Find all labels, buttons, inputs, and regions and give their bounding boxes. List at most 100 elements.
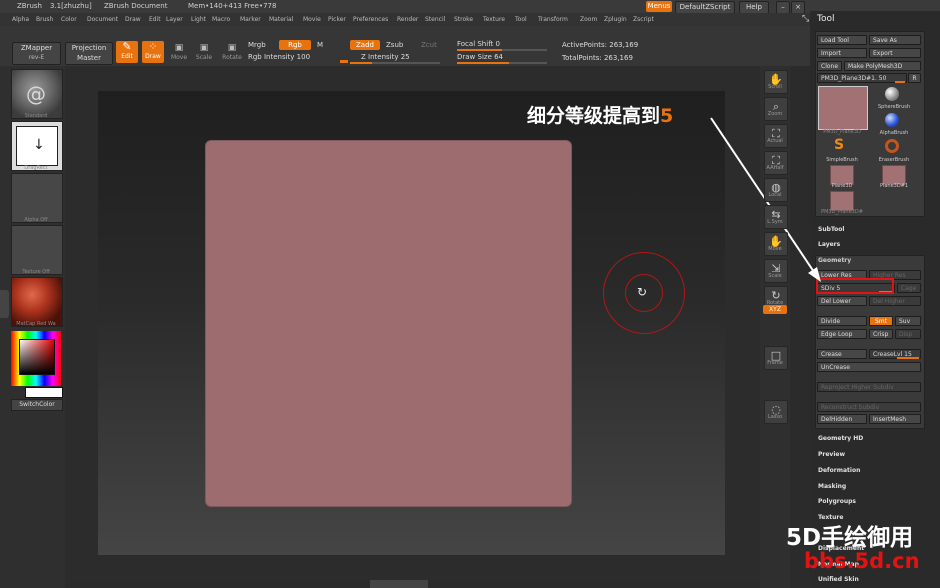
rgb-button[interactable]: Rgb — [279, 40, 311, 50]
section-preview[interactable]: Preview — [818, 451, 845, 458]
insert-mesh-button[interactable]: InsertMesh — [869, 414, 921, 424]
eraser-brush-icon[interactable] — [885, 139, 899, 153]
tool-panel-title[interactable]: Tool — [817, 14, 834, 24]
edit-button[interactable]: ✎ Edit — [116, 41, 138, 63]
xyz-toggle[interactable]: XYZ — [763, 305, 787, 314]
current-tool-slider[interactable]: PM3D_Plane3D#1. 50 — [817, 73, 907, 83]
lasso-button[interactable]: ◌ — [764, 400, 788, 424]
brush-selector[interactable]: @ — [11, 69, 63, 119]
stroke-selector[interactable]: ↓ — [11, 121, 63, 171]
menu-texture[interactable]: Texture — [483, 16, 505, 23]
rgb-intensity-slider[interactable]: Rgb Intensity 100 — [248, 53, 310, 61]
scroll-button[interactable]: ✋ — [764, 70, 788, 94]
menu-light[interactable]: Light — [191, 16, 206, 23]
menu-zoom[interactable]: Zoom — [580, 16, 597, 23]
move-button[interactable]: ▣ Move — [169, 42, 189, 64]
section-polygroups[interactable]: Polygroups — [818, 498, 856, 505]
menu-movie[interactable]: Movie — [303, 16, 321, 23]
color-gradient-square[interactable] — [19, 339, 55, 375]
menu-zplugin[interactable]: Zplugin — [604, 16, 627, 23]
pm3d-plane3d-thumb[interactable] — [830, 191, 854, 211]
left-tray-handle[interactable] — [0, 290, 9, 318]
reconstruct-subdiv-button[interactable]: Reconstruct Subdiv — [817, 402, 921, 412]
section-geometry-hd[interactable]: Geometry HD — [818, 435, 863, 442]
menu-preferences[interactable]: Preferences — [353, 16, 388, 23]
section-unified-skin[interactable]: Unified Skin — [818, 576, 859, 583]
l-sym-button[interactable]: ⇆ — [764, 205, 788, 229]
menu-material[interactable]: Material — [269, 16, 293, 23]
menu-color[interactable]: Color — [61, 16, 77, 23]
crease-button[interactable]: Crease — [817, 349, 867, 359]
texture-selector[interactable] — [11, 225, 63, 275]
section-masking[interactable]: Masking — [818, 483, 846, 490]
zmapper-button[interactable]: ZMapper rev-E — [12, 42, 61, 65]
focal-shift-slider[interactable]: Focal Shift 0 — [457, 40, 500, 48]
menu-stencil[interactable]: Stencil — [425, 16, 445, 23]
zcut-button[interactable]: Zcut — [421, 41, 437, 49]
scale-button[interactable]: ⇲ — [764, 259, 788, 283]
cage-button[interactable]: Cage — [897, 283, 921, 293]
menu-edit[interactable]: Edit — [149, 16, 161, 23]
menu-transform[interactable]: Transform — [538, 16, 568, 23]
plane3d-thumb[interactable] — [830, 165, 854, 185]
actual-button[interactable]: ⛶ — [764, 124, 788, 148]
alpha-brush-icon[interactable] — [885, 113, 899, 127]
make-polymesh-button[interactable]: Make PolyMesh3D — [844, 61, 921, 71]
bottom-tray-handle[interactable] — [370, 580, 428, 588]
menu-document[interactable]: Document — [87, 16, 118, 23]
plane-mesh[interactable] — [205, 140, 572, 507]
move-button[interactable]: ✋ — [764, 232, 788, 256]
disp-toggle[interactable]: Disp — [895, 329, 921, 339]
save-as-button[interactable]: Save As — [869, 35, 921, 45]
menu-picker[interactable]: Picker — [328, 16, 346, 23]
reproject-higher-subdiv-button[interactable]: Reproject Higher Subdiv — [817, 382, 921, 392]
rotate-button[interactable]: ▣ Rotate — [220, 42, 244, 64]
export-button[interactable]: Export — [869, 48, 921, 58]
z-intensity-slider[interactable]: Z Intensity 25 — [361, 53, 410, 61]
color-picker[interactable] — [11, 331, 61, 386]
material-selector[interactable] — [11, 277, 63, 327]
clone-button[interactable]: Clone — [817, 61, 842, 71]
switch-color-button[interactable]: SwitchColor — [11, 399, 63, 411]
draw-button[interactable]: ⁘ Draw — [142, 41, 164, 63]
menu-layer[interactable]: Layer — [166, 16, 183, 23]
del-hidden-button[interactable]: DelHidden — [817, 414, 867, 424]
edge-loop-button[interactable]: Edge Loop — [817, 329, 867, 339]
section-deformation[interactable]: Deformation — [818, 467, 860, 474]
draw-size-slider[interactable]: Draw Size 64 — [457, 53, 503, 61]
menu-alpha[interactable]: Alpha — [12, 16, 29, 23]
zadd-button[interactable]: Zadd — [350, 40, 380, 50]
r-button[interactable]: R — [908, 73, 921, 83]
uncrease-button[interactable]: UnCrease — [817, 362, 921, 372]
smt-toggle[interactable]: Smt — [869, 316, 893, 326]
menu-marker[interactable]: Marker — [240, 16, 261, 23]
menu-tool[interactable]: Tool — [515, 16, 527, 23]
menu-draw[interactable]: Draw — [125, 16, 141, 23]
menus-button[interactable]: Menus — [646, 1, 672, 12]
mrgb-button[interactable]: Mrgb — [248, 41, 266, 49]
secondary-color-swatch[interactable] — [25, 387, 63, 398]
crisp-toggle[interactable]: Crisp — [869, 329, 893, 339]
import-button[interactable]: Import — [817, 48, 867, 58]
menu-zscript[interactable]: Zscript — [633, 16, 654, 23]
frame-button[interactable]: □ — [764, 346, 788, 370]
load-tool-button[interactable]: Load Tool — [817, 35, 867, 45]
aahalf-button[interactable]: ⛶ — [764, 151, 788, 175]
menu-render[interactable]: Render — [397, 16, 418, 23]
suv-toggle[interactable]: Suv — [895, 316, 921, 326]
simple-brush-icon[interactable]: S — [834, 137, 844, 153]
m-button[interactable]: M — [317, 41, 323, 49]
menu-brush[interactable]: Brush — [36, 16, 53, 23]
local-button[interactable]: ◍ — [764, 178, 788, 202]
del-lower-button[interactable]: Del Lower — [817, 296, 867, 306]
menu-macro[interactable]: Macro — [212, 16, 230, 23]
projection-master-button[interactable]: Projection Master — [65, 42, 113, 65]
del-higher-button[interactable]: Del Higher — [869, 296, 921, 306]
zsub-button[interactable]: Zsub — [386, 41, 403, 49]
scale-button[interactable]: ▣ Scale — [194, 42, 214, 64]
alpha-selector[interactable] — [11, 173, 63, 223]
plane3d-1-thumb[interactable] — [882, 165, 906, 185]
zoom-button[interactable]: ⌕ — [764, 97, 788, 121]
menu-stroke[interactable]: Stroke — [454, 16, 473, 23]
sphere-brush-icon[interactable] — [885, 87, 899, 101]
